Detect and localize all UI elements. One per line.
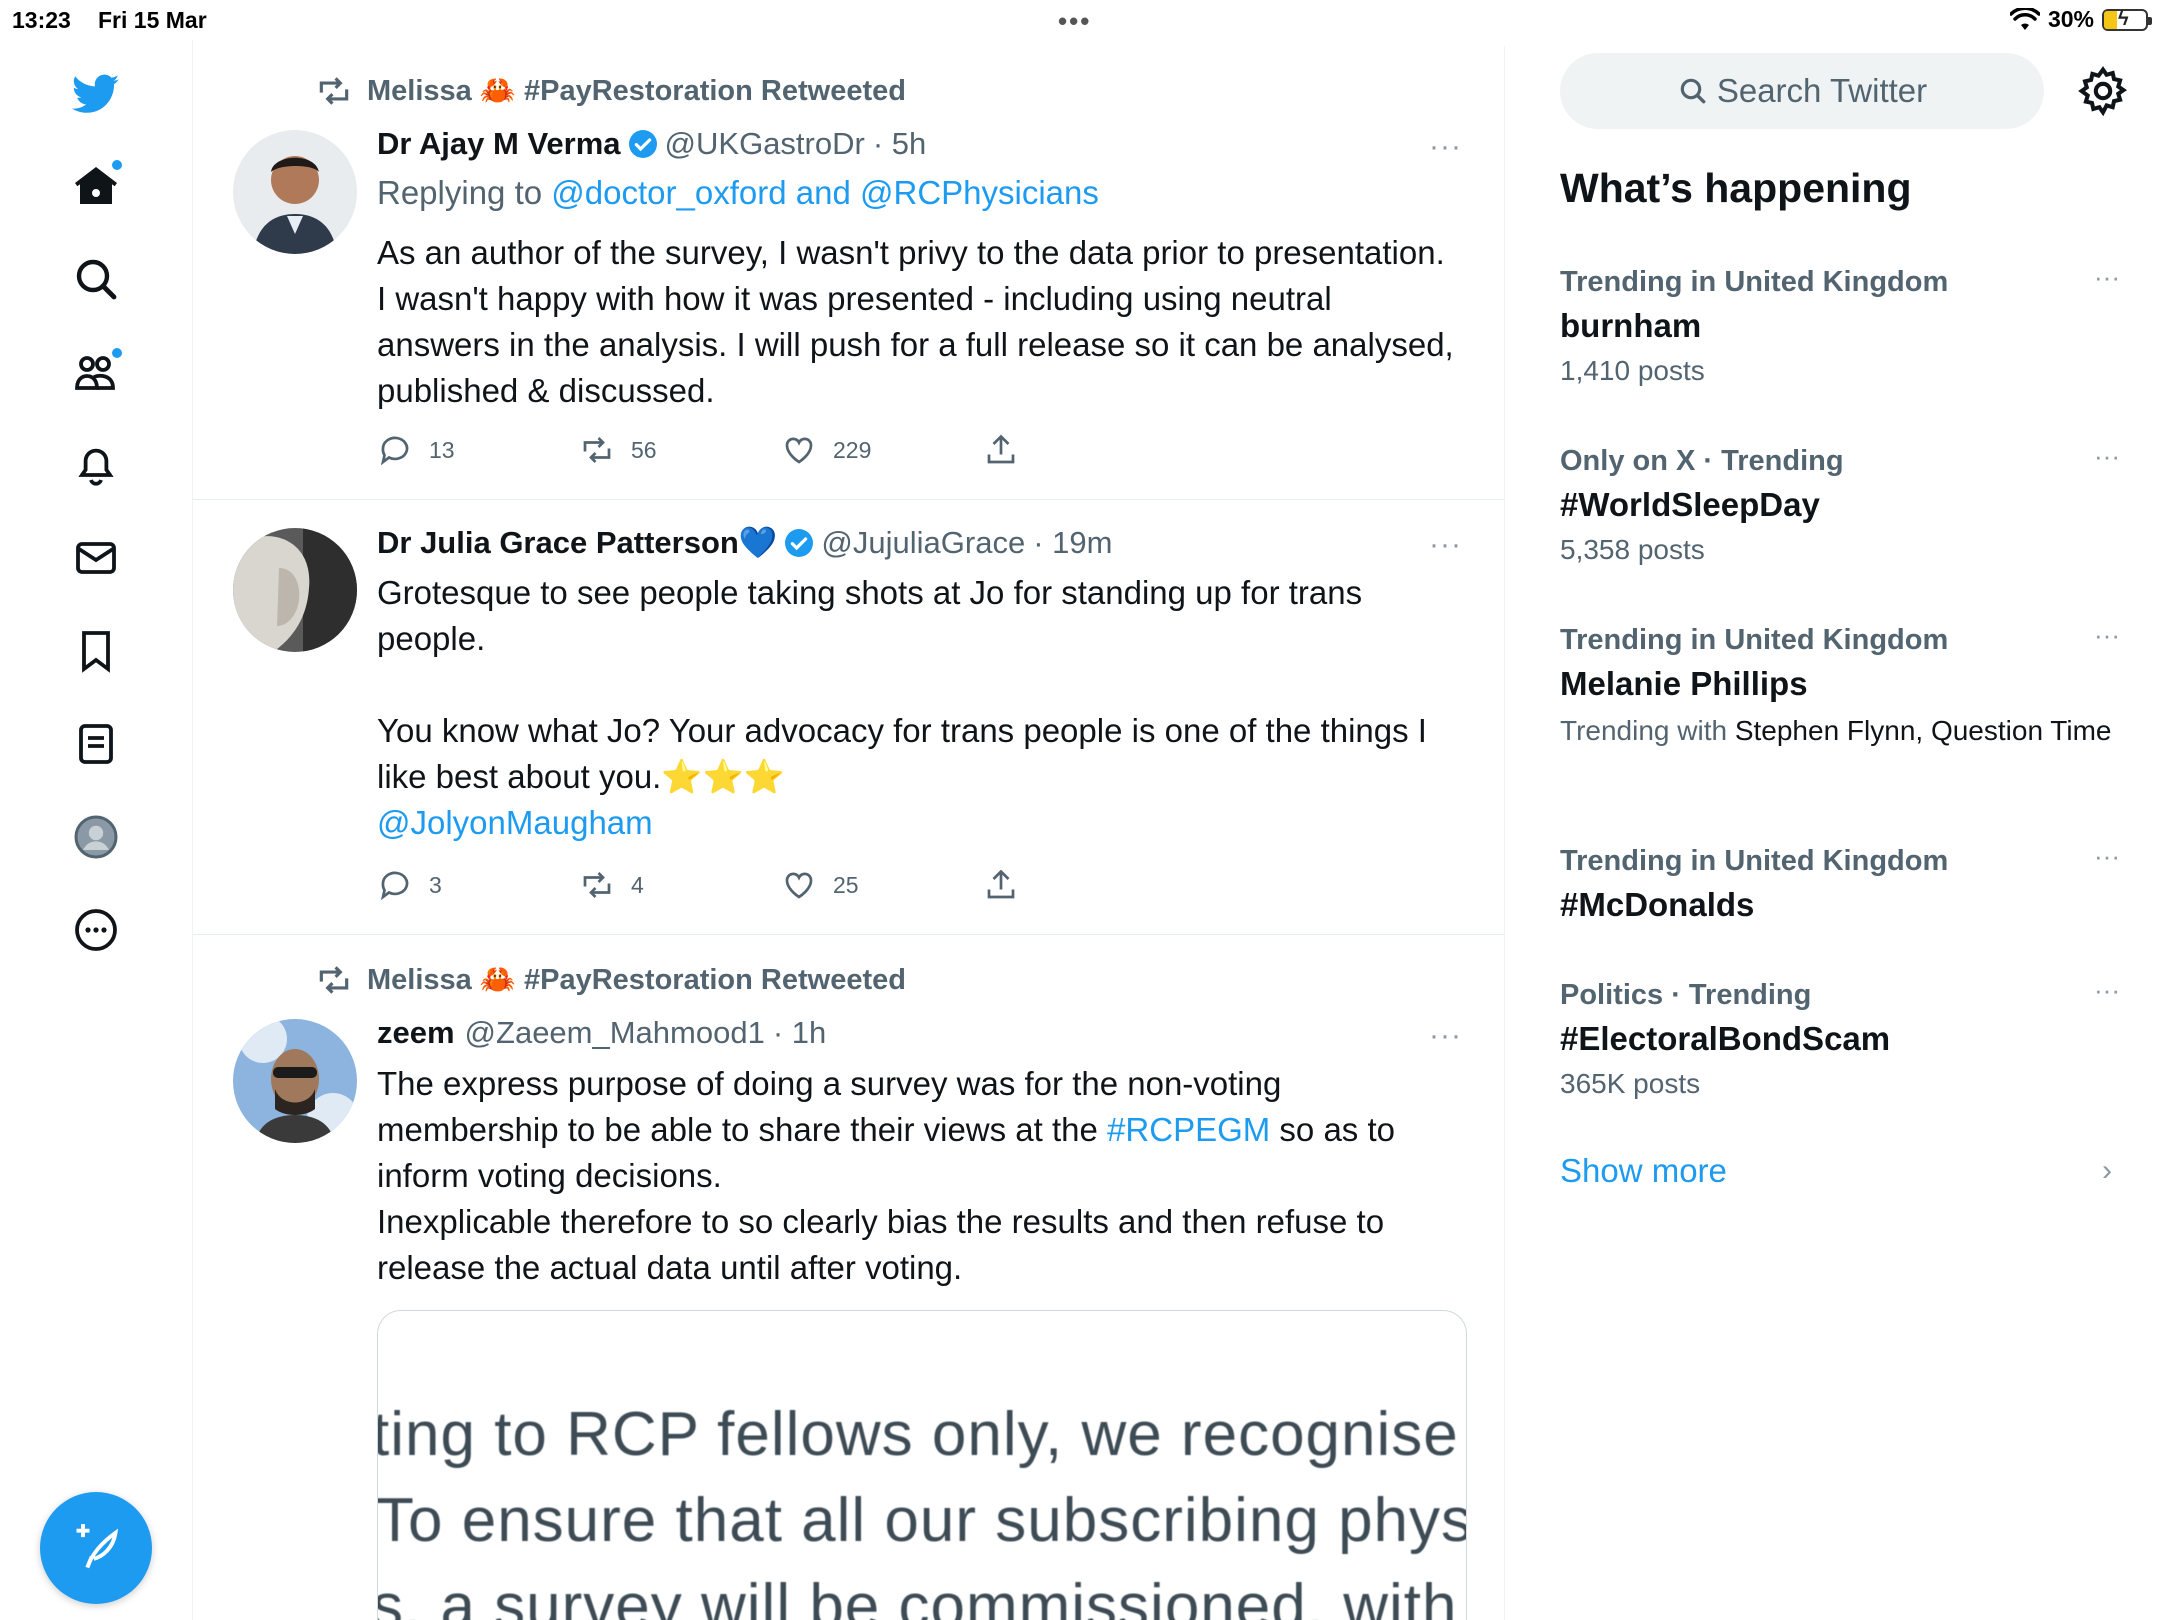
bookmarks-icon[interactable] (60, 615, 132, 687)
retweet-icon (319, 966, 349, 994)
profile-avatar-icon[interactable] (60, 801, 132, 873)
share-button[interactable] (983, 432, 1185, 468)
communities-icon[interactable] (60, 336, 132, 408)
tweet-text: Grotesque to see people taking shots at … (377, 570, 1457, 846)
share-button[interactable] (983, 867, 1185, 903)
search-icon[interactable] (60, 243, 132, 315)
avatar[interactable] (233, 528, 357, 652)
verified-badge-icon (628, 130, 657, 158)
retweet-context: Melissa 🦀 #PayRestoration Retweeted (315, 961, 906, 999)
multitasking-handle[interactable]: ••• (1058, 6, 1091, 37)
tweet[interactable]: Melissa 🦀 #PayRestoration Retweeted Dr A… (193, 46, 1504, 500)
heart-icon (785, 872, 813, 899)
tweet-actions: 3 4 25 (377, 867, 1185, 903)
author-name[interactable]: Dr Ajay M Verma (377, 126, 621, 162)
tweet-media-image[interactable]: ting to RCP fellows only, we recognise t… (377, 1310, 1467, 1620)
whats-happening-heading: What’s happening (1560, 165, 1912, 211)
trend-more-icon[interactable]: ··· (2094, 975, 2120, 1006)
tweet-header: zeem @Zaeem_Mahmood1 · 1h (377, 1015, 826, 1051)
lists-icon[interactable] (60, 708, 132, 780)
tweet-more-icon[interactable]: ··· (1429, 528, 1462, 562)
author-name[interactable]: zeem (377, 1015, 455, 1051)
trend-item[interactable]: Trending in United Kingdom burnham 1,410… (1560, 262, 2120, 387)
trend-item[interactable]: Only on X · Trending #WorldSleepDay 5,35… (1560, 441, 2120, 566)
messages-envelope-icon[interactable] (60, 522, 132, 594)
trend-more-icon[interactable]: ··· (2094, 441, 2120, 472)
settings-gear-icon[interactable] (2076, 64, 2130, 118)
retweet-count: 56 (631, 436, 657, 463)
retweet-icon (583, 872, 611, 898)
reply-icon (380, 436, 409, 466)
tweet-text: The express purpose of doing a survey wa… (377, 1065, 1395, 1286)
trend-more-icon[interactable]: ··· (2094, 620, 2120, 651)
battery-percent: 30% (2047, 6, 2094, 32)
like-button[interactable]: 25 (781, 867, 983, 903)
heart-icon (785, 437, 813, 464)
timeline: Melissa 🦀 #PayRestoration Retweeted Dr A… (193, 46, 1505, 1620)
reply-button[interactable]: 3 (377, 867, 579, 903)
tweet-more-icon[interactable]: ··· (1429, 130, 1462, 164)
battery-icon: ϟ (2102, 8, 2152, 31)
trend-item[interactable]: Trending in United Kingdom Melanie Phill… (1560, 620, 2120, 749)
notifications-bell-icon[interactable] (60, 429, 132, 501)
trend-more-icon[interactable]: ··· (2094, 262, 2120, 293)
share-icon (987, 869, 1015, 899)
reply-button[interactable]: 13 (377, 432, 579, 468)
tweet-time[interactable]: · 1h (773, 1015, 826, 1051)
retweet-icon (319, 77, 349, 105)
share-icon (987, 434, 1015, 464)
tweet-text: As an author of the survey, I wasn't pri… (377, 234, 1454, 409)
reply-icon (380, 871, 409, 901)
show-more-link[interactable]: Show more › (1560, 1152, 2120, 1190)
reply-mention[interactable]: @doctor_oxford (551, 174, 786, 211)
retweet-button[interactable]: 56 (579, 432, 781, 468)
retweet-icon (583, 437, 611, 463)
verified-badge-icon (785, 528, 814, 557)
tweet-actions: 13 56 229 (377, 432, 1185, 468)
hashtag-link[interactable]: #RCPEGM (1107, 1111, 1270, 1148)
search-icon (1680, 78, 1706, 104)
trend-item[interactable]: Trending in United Kingdom #McDonalds ··… (1560, 841, 2120, 924)
reply-count: 13 (429, 436, 455, 463)
home-icon[interactable] (60, 150, 132, 222)
avatar[interactable] (233, 1019, 357, 1143)
trend-item[interactable]: Politics · Trending #ElectoralBondScam 3… (1560, 975, 2120, 1100)
author-handle[interactable]: @JujuliaGrace (821, 525, 1025, 561)
left-navigation (0, 40, 193, 1620)
trend-more-icon[interactable]: ··· (2094, 841, 2120, 872)
author-handle[interactable]: @UKGastroDr (665, 126, 865, 162)
date: Fri 15 Mar (98, 7, 207, 33)
tweet-more-icon[interactable]: ··· (1429, 1019, 1462, 1053)
twitter-logo-icon[interactable] (60, 58, 132, 130)
clock: 13:23 (12, 7, 71, 33)
wifi-icon (2009, 7, 2040, 30)
tweet[interactable]: Dr Julia Grace Patterson💙 @JujuliaGrace … (193, 500, 1504, 935)
retweet-count: 4 (631, 871, 644, 898)
communities-notification-dot (112, 348, 122, 358)
tweet-header: Dr Ajay M Verma @UKGastroDr · 5h (377, 126, 926, 162)
avatar[interactable] (233, 130, 357, 254)
search-placeholder: Search Twitter (1716, 72, 1928, 109)
like-count: 229 (833, 436, 872, 463)
tweet-header: Dr Julia Grace Patterson💙 @JujuliaGrace … (377, 524, 1112, 561)
retweet-context: Melissa 🦀 #PayRestoration Retweeted (315, 72, 906, 110)
more-options-icon[interactable] (60, 894, 132, 966)
like-button[interactable]: 229 (781, 432, 983, 468)
compose-tweet-button[interactable] (40, 1492, 152, 1604)
chevron-right-icon: › (2102, 1154, 2112, 1187)
tweet-time[interactable]: · 5h (873, 126, 926, 162)
retweet-button[interactable]: 4 (579, 867, 781, 903)
right-sidebar: Search Twitter What’s happening Trending… (1506, 40, 2160, 1620)
mention-link[interactable]: @JolyonMaugham (377, 800, 1457, 846)
tweet-time[interactable]: · 19m (1033, 525, 1112, 561)
author-name[interactable]: Dr Julia Grace Patterson💙 (377, 524, 777, 561)
reply-mention[interactable]: @RCPhysicians (860, 174, 1099, 211)
home-notification-dot (112, 160, 122, 170)
replying-to: Replying to @doctor_oxford and @RCPhysic… (377, 174, 1099, 211)
author-handle[interactable]: @Zaeem_Mahmood1 (465, 1015, 765, 1051)
search-bar[interactable]: Search Twitter (1560, 53, 2044, 129)
status-bar: 13:23 Fri 15 Mar ••• 30% ϟ (0, 0, 2160, 40)
like-count: 25 (833, 871, 859, 898)
reply-count: 3 (429, 871, 442, 898)
